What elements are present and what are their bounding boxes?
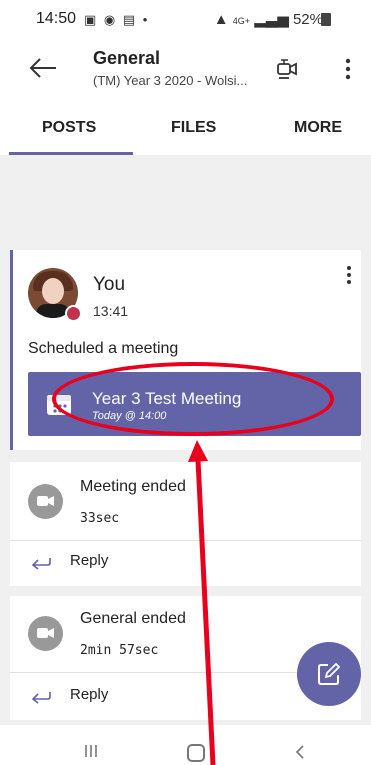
nav-back-icon[interactable] <box>295 744 305 760</box>
reply-arrow-icon[interactable] <box>30 556 52 570</box>
meeting-card[interactable]: Year 3 Test Meeting Today @ 14:00 <box>28 372 361 436</box>
compose-icon <box>318 662 341 685</box>
reply-button[interactable]: Reply <box>70 552 108 569</box>
signal-icon: ▂▃▅ <box>254 11 289 28</box>
channel-title: General <box>93 48 161 68</box>
event-title: General ended <box>80 610 186 627</box>
meeting-title: Year 3 Test Meeting <box>92 389 242 408</box>
channel-tabs: POSTS FILES MORE <box>0 102 371 154</box>
meeting-time: Today @ 14:00 <box>92 410 167 422</box>
post-time: 13:41 <box>93 303 129 319</box>
event-duration: 2min 57sec <box>80 643 159 658</box>
reply-button[interactable]: Reply <box>70 686 108 703</box>
tab-posts[interactable]: POSTS <box>42 119 96 137</box>
reply-arrow-icon[interactable] <box>30 690 52 704</box>
tab-more[interactable]: MORE <box>294 119 342 137</box>
system-nav-bar <box>0 725 371 765</box>
status-right: ▲ 4G+ ▂▃▅ 52% <box>214 10 323 28</box>
video-call-icon[interactable] <box>276 58 298 80</box>
event-duration: 33sec <box>80 511 120 526</box>
status-time: 14:50 <box>36 10 77 27</box>
recent-apps-icon[interactable] <box>84 744 98 758</box>
video-event-icon <box>28 616 63 651</box>
post-message: Scheduled a meeting <box>28 340 179 357</box>
channel-header: General (TM) Year 3 2020 - Wolsi... <box>0 40 371 98</box>
status-bar: 14:50 ▣ ◉ ▤ • ▲ 4G+ ▂▃▅ 52% <box>0 0 371 40</box>
notification-icons: ▣ ◉ ▤ • <box>84 12 150 27</box>
post-accent-bar <box>10 250 13 450</box>
post-more-icon[interactable] <box>346 265 352 285</box>
calendar-icon <box>47 395 71 415</box>
network-label: 4G+ <box>232 16 251 26</box>
arrow-left-icon[interactable] <box>28 56 58 80</box>
video-event-icon <box>28 484 63 519</box>
battery-label: 52% <box>292 11 323 28</box>
post-author: You <box>93 274 126 295</box>
alarm-icon: ▲ <box>213 11 229 28</box>
compose-button[interactable] <box>297 642 361 706</box>
event-title: Meeting ended <box>80 478 186 495</box>
tab-files[interactable]: FILES <box>171 119 216 137</box>
home-icon[interactable] <box>187 744 205 762</box>
divider <box>10 540 361 541</box>
more-vertical-icon[interactable] <box>344 58 352 80</box>
battery-icon <box>321 13 331 26</box>
presence-busy-icon <box>65 305 82 322</box>
team-name: (TM) Year 3 2020 - Wolsi... <box>93 73 248 88</box>
